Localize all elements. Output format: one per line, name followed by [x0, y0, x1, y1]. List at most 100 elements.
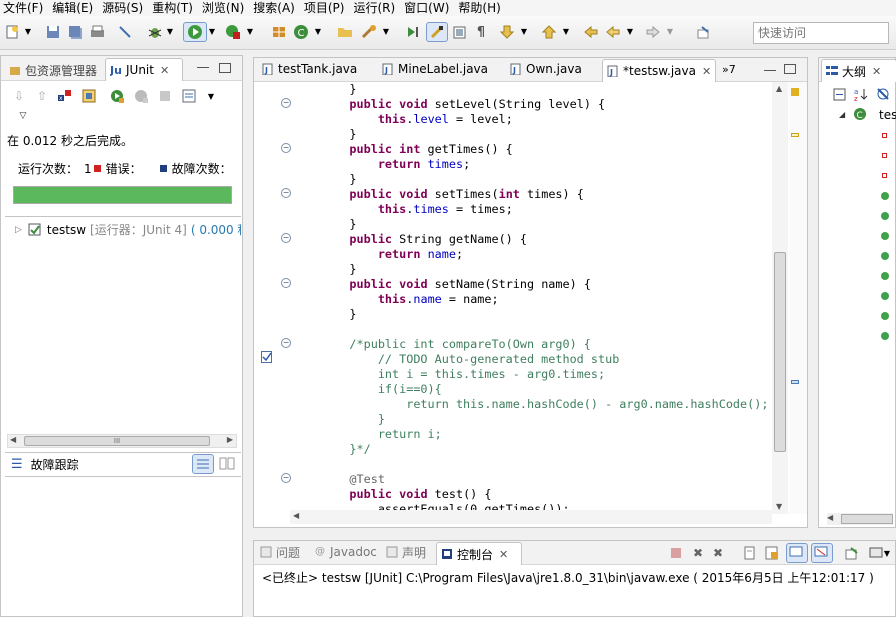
close-icon[interactable]: ✕	[702, 65, 711, 78]
mark-occurrences-icon[interactable]	[426, 22, 448, 42]
menu-file[interactable]: 文件(F)	[0, 0, 49, 16]
tab-junit[interactable]: Ju JUnit ✕	[105, 58, 183, 81]
code-line: }	[321, 217, 357, 231]
print-icon[interactable]	[88, 22, 106, 42]
menu-help[interactable]: 帮助(H)	[455, 0, 506, 16]
code-area[interactable]: } public void setLevel(String level) { t…	[0, 80, 808, 510]
run-icon[interactable]	[183, 22, 207, 42]
menu-search[interactable]: 搜索(A)	[250, 0, 301, 16]
clear-console-icon[interactable]	[742, 545, 758, 561]
remove-all-terminated-icon[interactable]: ✖	[710, 545, 726, 561]
collapse-all-icon[interactable]	[831, 86, 847, 102]
code-line: /*public int compareTo(Own arg0) {	[321, 337, 591, 351]
menu-refactor[interactable]: 重构(T)	[149, 0, 199, 16]
tab-problems[interactable]: 问题	[256, 541, 308, 563]
show-whitespace-icon[interactable]: ¶	[472, 22, 490, 42]
scroll-lock-icon[interactable]	[764, 545, 780, 561]
chevron-down-icon[interactable]: ▼	[314, 22, 322, 42]
maximize-icon[interactable]	[784, 64, 796, 74]
new-java-class-icon[interactable]: C	[292, 22, 310, 42]
java-file-icon: J	[262, 63, 274, 76]
minimize-icon[interactable]	[764, 70, 776, 71]
public-method-icon	[881, 332, 889, 340]
tab-console[interactable]: 控制台 ✕	[436, 542, 522, 565]
last-edit-location-icon[interactable]	[582, 22, 600, 42]
search-icon[interactable]	[360, 22, 378, 42]
scroll-left-icon[interactable]: ◀	[827, 513, 833, 522]
tab-outline[interactable]: 大纲 ✕	[821, 59, 896, 82]
outline-horizontal-scrollbar[interactable]: ◀	[827, 513, 893, 525]
show-console-stdout-button[interactable]	[786, 543, 808, 563]
editor-tabbar: J testTank.java J MineLabel.java J Own.j…	[254, 58, 807, 82]
close-icon[interactable]: ✕	[160, 64, 169, 77]
console-output[interactable]: <已终止> testsw [JUnit] C:\Program Files\Ja…	[262, 569, 892, 586]
code-line: public void setLevel(String level) {	[349, 97, 606, 111]
save-icon[interactable]	[44, 22, 62, 42]
private-field-icon	[882, 133, 887, 138]
menu-source[interactable]: 源码(S)	[99, 0, 149, 16]
chevron-down-icon[interactable]: ▼	[666, 22, 674, 42]
chevron-down-icon[interactable]: ▼	[208, 22, 216, 42]
debug-icon[interactable]	[146, 22, 164, 42]
skip-breakpoints-icon[interactable]	[116, 22, 134, 42]
tab-minelabel-java[interactable]: J MineLabel.java	[378, 58, 504, 80]
public-method-icon	[881, 252, 889, 260]
menu-edit[interactable]: 编辑(E)	[49, 0, 99, 16]
open-type-icon[interactable]	[336, 22, 354, 42]
tab-own-java[interactable]: J Own.java	[506, 58, 602, 80]
save-all-icon[interactable]	[66, 22, 84, 42]
tab-testtank-java[interactable]: J testTank.java	[258, 58, 378, 80]
quick-access-input[interactable]	[753, 22, 889, 44]
svg-text:C: C	[857, 111, 863, 121]
maximize-icon[interactable]	[219, 63, 231, 73]
chevron-down-icon[interactable]: ▼	[382, 22, 390, 42]
remove-launch-icon[interactable]: ✖	[690, 545, 706, 561]
chevron-down-icon[interactable]: ▼	[24, 22, 32, 42]
close-icon[interactable]: ✕	[872, 65, 881, 78]
chevron-down-icon[interactable]: ▼	[166, 22, 174, 42]
scroll-left-icon[interactable]: ◀	[293, 511, 299, 520]
menu-project[interactable]: 项目(P)	[301, 0, 351, 16]
more-tabs-button[interactable]: »7	[718, 58, 748, 80]
tab-label: 大纲	[842, 64, 867, 79]
close-icon[interactable]: ✕	[499, 548, 508, 561]
show-console-stderr-button[interactable]	[811, 543, 833, 563]
next-annotation-icon[interactable]	[404, 22, 422, 42]
scroll-thumb[interactable]	[841, 514, 893, 524]
terminate-icon[interactable]	[668, 545, 684, 561]
tab-testsw-java[interactable]: J *testsw.java ✕	[602, 59, 716, 82]
chevron-down-icon[interactable]: ▼	[882, 545, 892, 561]
pin-editor-icon[interactable]	[694, 22, 712, 42]
tab-label: testTank.java	[278, 62, 358, 76]
outline-root-label[interactable]: tes	[879, 108, 896, 122]
tab-label: 问题	[276, 545, 301, 560]
new-java-package-icon[interactable]	[270, 22, 288, 42]
public-method-icon	[881, 312, 889, 320]
forward-icon[interactable]	[644, 22, 662, 42]
hide-fields-icon[interactable]	[875, 86, 891, 102]
expand-arrow-icon[interactable]: ◢	[839, 110, 845, 119]
code-line: }	[321, 172, 357, 186]
chevron-down-icon[interactable]: ▼	[520, 22, 528, 42]
chevron-down-icon[interactable]: ▼	[626, 22, 634, 42]
tab-javadoc[interactable]: @ Javadoc	[310, 541, 380, 563]
sort-icon[interactable]: az	[853, 86, 869, 102]
menu-run[interactable]: 运行(R)	[350, 0, 401, 16]
chevron-down-icon[interactable]: ▼	[562, 22, 570, 42]
tab-package-explorer[interactable]: 包资源管理器	[5, 59, 105, 81]
minimize-icon[interactable]	[197, 67, 209, 68]
block-selection-icon[interactable]	[450, 22, 468, 42]
menu-window[interactable]: 窗口(W)	[401, 0, 455, 16]
tab-declaration[interactable]: 声明	[382, 541, 436, 563]
menu-navigate[interactable]: 浏览(N)	[199, 0, 250, 16]
code-line: }	[321, 307, 357, 321]
previous-edit-icon[interactable]	[540, 22, 558, 42]
next-edit-icon[interactable]	[498, 22, 516, 42]
new-icon[interactable]	[3, 22, 21, 42]
coverage-icon[interactable]	[224, 22, 242, 42]
chevron-down-icon[interactable]: ▼	[246, 22, 254, 42]
pin-console-icon[interactable]	[844, 545, 860, 561]
back-icon[interactable]	[604, 22, 622, 42]
public-method-icon	[881, 192, 889, 200]
editor-horizontal-scrollbar[interactable]: ◀	[290, 510, 772, 524]
